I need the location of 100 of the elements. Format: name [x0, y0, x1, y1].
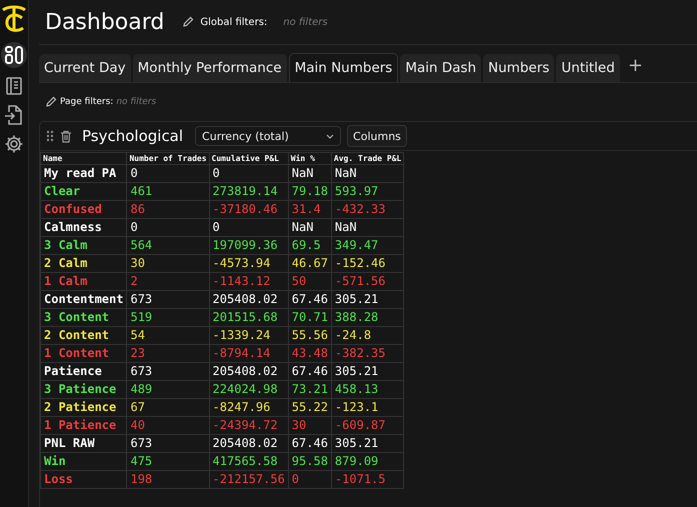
table-cell: PNL RAW: [40, 434, 127, 452]
table-cell: 879.09: [331, 452, 404, 470]
table-cell: 305.21: [331, 290, 404, 308]
table-cell: 69.5: [288, 236, 332, 254]
table-cell: -382.35: [331, 344, 404, 362]
column-header[interactable]: Win %: [288, 152, 332, 164]
table-cell: -1143.12: [209, 272, 288, 290]
table-cell: 0: [288, 470, 332, 488]
chevron-down-icon: [326, 134, 334, 138]
table-cell: 86: [126, 200, 210, 218]
table-cell: -571.56: [331, 272, 404, 290]
table-cell: 50: [288, 272, 332, 290]
table-cell: 54: [126, 326, 210, 344]
table-cell: NaN: [331, 164, 404, 182]
column-header[interactable]: Number of Trades: [126, 152, 210, 164]
page-title: Dashboard: [45, 10, 164, 34]
column-header[interactable]: Cumulative P&L: [209, 152, 288, 164]
table-cell: -123.1: [331, 398, 404, 416]
tab[interactable]: Monthly Performance: [132, 54, 287, 82]
table-cell: -8794.14: [209, 344, 288, 362]
table-cell: 417565.58: [209, 452, 288, 470]
column-header[interactable]: Name: [40, 152, 127, 164]
table-cell: 23: [126, 344, 210, 362]
table-cell: 0: [209, 164, 288, 182]
logo-icon: [0, 4, 28, 34]
table-cell: 0: [209, 218, 288, 236]
table-cell: 349.47: [331, 236, 404, 254]
table-cell: 673: [126, 290, 210, 308]
table-cell: 55.56: [288, 326, 332, 344]
table-cell: 205408.02: [209, 290, 288, 308]
table-cell: 55.22: [288, 398, 332, 416]
table-cell: Clear: [40, 182, 127, 200]
table-cell: 673: [126, 362, 210, 380]
table-cell: 197099.36: [209, 236, 288, 254]
table-cell: 2 Content: [40, 326, 127, 344]
table-cell: 593.97: [331, 182, 404, 200]
table-cell: 46.67: [288, 254, 332, 272]
table-cell: 388.28: [331, 308, 404, 326]
table-cell: 2: [126, 272, 210, 290]
table-cell: 3 Calm: [40, 236, 127, 254]
table-cell: 519: [126, 308, 210, 326]
widget-title: Psychological: [82, 127, 184, 145]
table-cell: 3 Patience: [40, 380, 127, 398]
journal-icon[interactable]: [4, 76, 24, 96]
pencil-icon[interactable]: [182, 16, 194, 28]
table-cell: 70.71: [288, 308, 332, 326]
table-cell: 95.58: [288, 452, 332, 470]
table-cell: 40: [126, 416, 210, 434]
dashboard-icon[interactable]: [1, 42, 27, 68]
table-cell: 67.46: [288, 362, 332, 380]
table-cell: 0: [126, 164, 210, 182]
tab[interactable]: Main Numbers: [288, 53, 398, 82]
add-tab-button[interactable]: +: [622, 55, 649, 82]
table-cell: 224024.98: [209, 380, 288, 398]
table-cell: 205408.02: [209, 362, 288, 380]
table-cell: 564: [126, 236, 210, 254]
tab[interactable]: Untitled: [556, 54, 620, 82]
table-cell: -212157.56: [209, 470, 288, 488]
table-cell: -152.46: [331, 254, 404, 272]
filters-label: Page filters:: [60, 97, 114, 107]
table-cell: -4573.94: [209, 254, 288, 272]
tab[interactable]: Main Dash: [400, 54, 482, 82]
table-cell: 305.21: [331, 434, 404, 452]
table-cell: -8247.96: [209, 398, 288, 416]
table-cell: 43.48: [288, 344, 332, 362]
trash-icon[interactable]: [60, 130, 72, 142]
table-cell: 461: [126, 182, 210, 200]
table-cell: Contentment: [40, 290, 127, 308]
drag-handle-icon[interactable]: [46, 130, 54, 142]
table-cell: 305.21: [331, 362, 404, 380]
table-cell: 489: [126, 380, 210, 398]
settings-icon[interactable]: [4, 134, 24, 154]
table-cell: Confused: [40, 200, 127, 218]
table-cell: 475: [126, 452, 210, 470]
table-cell: 2 Patience: [40, 398, 127, 416]
table-cell: -37180.46: [209, 200, 288, 218]
table-cell: 1 Patience: [40, 416, 127, 434]
table-cell: 1 Calm: [40, 272, 127, 290]
table-cell: 2 Calm: [40, 254, 127, 272]
table-cell: 458.13: [331, 380, 404, 398]
table-cell: 3 Content: [40, 308, 127, 326]
tab[interactable]: Current Day: [39, 54, 131, 82]
table-cell: NaN: [288, 218, 332, 236]
table-cell: -1339.24: [209, 326, 288, 344]
table-cell: 201515.68: [209, 308, 288, 326]
table-cell: 67.46: [288, 434, 332, 452]
table-cell: 205408.02: [209, 434, 288, 452]
table-cell: -1071.5: [331, 470, 404, 488]
table-cell: 67.46: [288, 290, 332, 308]
tab[interactable]: Numbers: [483, 54, 554, 82]
column-header[interactable]: Avg. Trade P&L: [331, 152, 404, 164]
table-cell: -24394.72: [209, 416, 288, 434]
pencil-icon[interactable]: [45, 96, 57, 108]
table-cell: Loss: [40, 470, 127, 488]
currency-dropdown[interactable]: Currency (total): [195, 126, 342, 146]
columns-button[interactable]: Columns: [347, 125, 407, 147]
import-icon[interactable]: [4, 104, 24, 126]
table-cell: -432.33: [331, 200, 404, 218]
table-cell: Win: [40, 452, 127, 470]
table-cell: 79.18: [288, 182, 332, 200]
